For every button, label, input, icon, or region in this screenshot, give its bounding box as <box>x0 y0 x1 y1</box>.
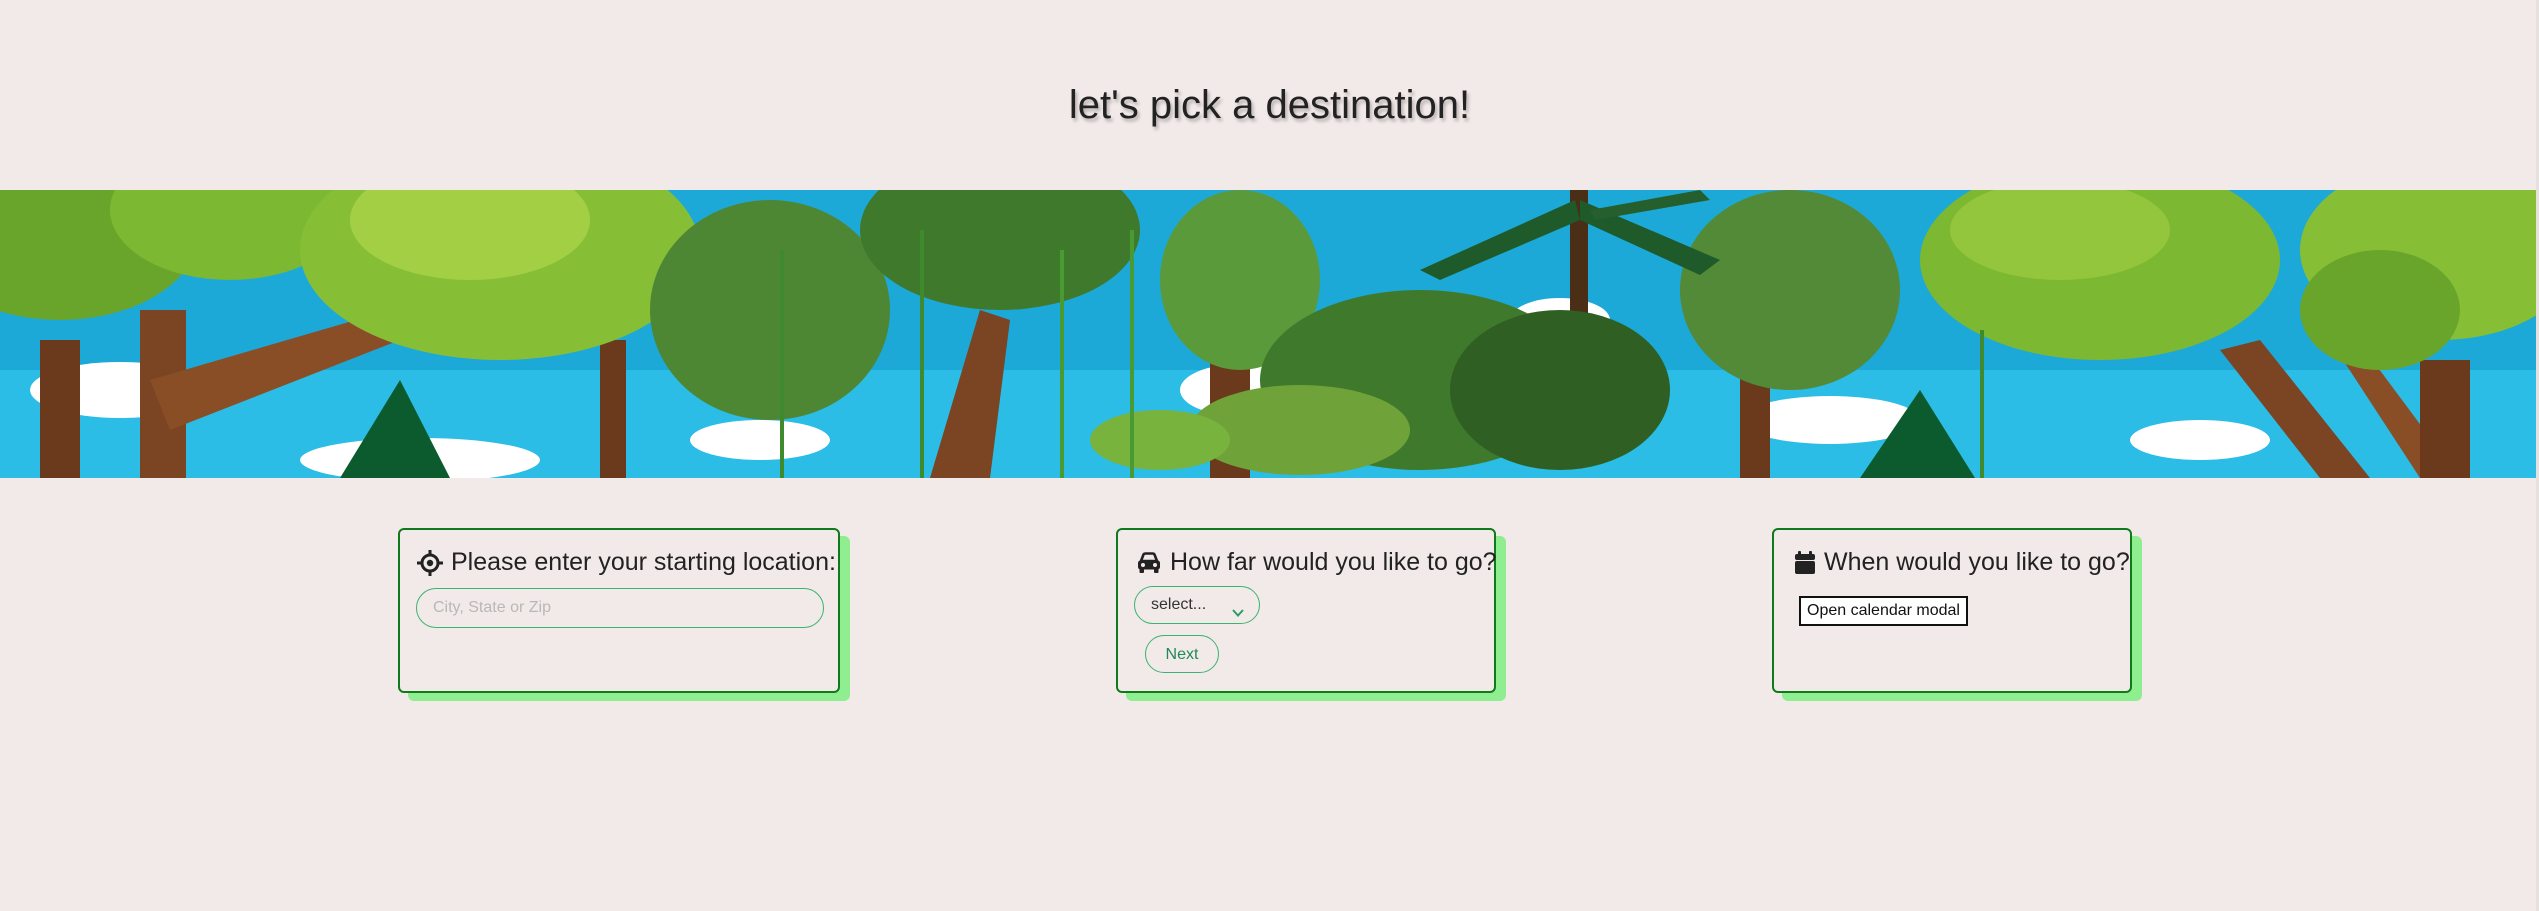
date-card: When would you like to go? Open calendar… <box>1772 528 2132 693</box>
distance-select[interactable]: select... <box>1134 586 1260 624</box>
next-button[interactable]: Next <box>1145 635 1219 673</box>
starting-location-card: Please enter your starting location: <box>398 528 840 693</box>
distance-select-value: select... <box>1151 596 1207 613</box>
starting-location-title: Please enter your starting location: <box>451 548 836 576</box>
starting-location-input[interactable] <box>416 588 824 628</box>
open-calendar-button[interactable]: Open calendar modal <box>1799 596 1968 626</box>
jungle-banner <box>0 190 2536 478</box>
calendar-icon <box>1794 550 1816 576</box>
distance-heading: How far would you like to go? <box>1136 548 1497 577</box>
starting-location-heading: Please enter your starting location: <box>417 548 836 577</box>
chevron-down-icon <box>1231 598 1245 617</box>
distance-title: How far would you like to go? <box>1170 548 1497 576</box>
date-title: When would you like to go? <box>1824 548 2130 576</box>
crosshairs-icon <box>417 549 443 576</box>
page-title: let's pick a destination! <box>1068 83 1471 127</box>
car-icon <box>1136 550 1162 576</box>
jungle-illustration <box>0 190 2536 478</box>
date-heading: When would you like to go? <box>1794 548 2130 577</box>
distance-card: How far would you like to go? select... … <box>1116 528 1497 693</box>
